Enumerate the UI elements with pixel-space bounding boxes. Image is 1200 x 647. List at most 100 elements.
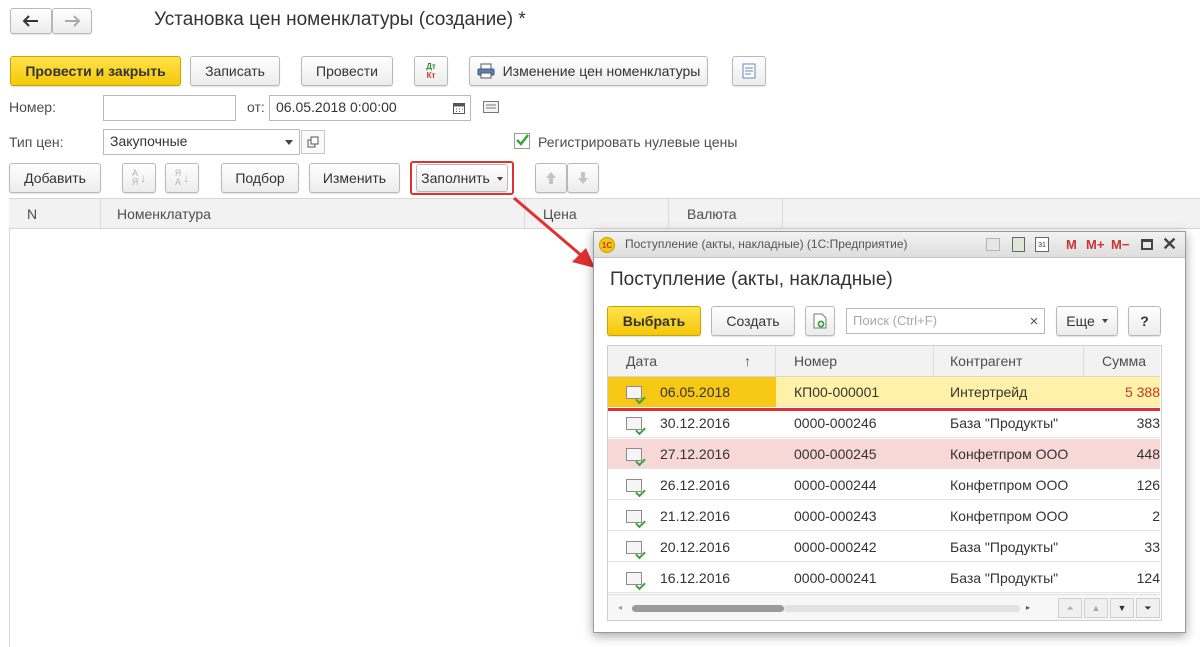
calendar-button[interactable] (447, 96, 470, 120)
close-icon[interactable]: ✕ (1162, 234, 1177, 255)
row-sum: 2 (1152, 508, 1160, 524)
dialog-search-placeholder: Поиск (Ctrl+F) (853, 313, 938, 328)
row-sum: 126 (1136, 477, 1160, 493)
price-type-field[interactable]: Закупочные (103, 129, 300, 155)
memory-m-plus-button[interactable]: M+ (1086, 237, 1104, 252)
row-number: 0000-000242 (794, 539, 877, 555)
table-row[interactable]: 26.12.2016 0000-000244 Конфетпром ООО 12… (608, 470, 1160, 500)
table-row[interactable]: 30.12.2016 0000-000246 База "Продукты" 3… (608, 408, 1160, 438)
more-button[interactable]: Еще (1056, 306, 1118, 336)
sort-desc-button[interactable]: Я А ↓ (165, 163, 199, 193)
table-row[interactable]: 21.12.2016 0000-000243 Конфетпром ООО 2 (608, 501, 1160, 531)
date-label: от: (247, 99, 265, 115)
table-row[interactable]: 16.12.2016 0000-000241 База "Продукты" 1… (608, 563, 1160, 593)
row-number: 0000-000241 (794, 570, 877, 586)
calculator-icon[interactable] (1012, 237, 1025, 252)
date-extra-button[interactable] (481, 98, 501, 116)
save-button[interactable]: Записать (190, 56, 280, 86)
add-button[interactable]: Добавить (9, 163, 101, 193)
number-field[interactable] (103, 95, 236, 121)
post-button[interactable]: Провести (301, 56, 393, 86)
select-button[interactable]: Выбрать (607, 306, 701, 336)
column-header-n[interactable]: N (9, 199, 101, 228)
edit-button[interactable]: Изменить (309, 163, 400, 193)
sort-ascending-icon: АЯ (131, 168, 139, 187)
row-sum: 383 (1136, 415, 1160, 431)
nav-last-button[interactable]: ⏷ (1136, 598, 1160, 618)
number-label: Номер: (9, 99, 56, 115)
open-window-icon (307, 136, 319, 148)
back-button[interactable] (10, 8, 52, 34)
search-clear-button[interactable]: × (1024, 309, 1044, 333)
move-up-button[interactable] (535, 163, 567, 193)
column-header-currency[interactable]: Валюта (669, 199, 783, 228)
print-icon[interactable] (986, 238, 1000, 251)
page-title: Установка цен номенклатуры (создание) * (154, 9, 526, 30)
row-sum: 124 (1136, 570, 1160, 586)
row-counterparty: Конфетпром ООО (950, 508, 1069, 524)
row-date: 06.05.2018 (660, 384, 731, 400)
dialog-search-input[interactable]: Поиск (Ctrl+F) (846, 308, 1045, 334)
arrow-down-icon (578, 172, 588, 184)
posted-document-icon (626, 448, 642, 461)
sort-descending-icon: ЯА (174, 168, 182, 187)
memory-m-minus-button[interactable]: M− (1111, 237, 1129, 252)
column-header-sum[interactable]: Сумма (1084, 346, 1161, 376)
maximize-icon[interactable] (1141, 239, 1153, 250)
posted-document-icon (626, 572, 642, 585)
dialog-grid-header: Дата ↑ Номер Контрагент Сумма (608, 346, 1160, 377)
column-header-nomenclature[interactable]: Номенклатура (101, 199, 525, 228)
arrow-up-icon (546, 172, 556, 184)
nav-prev-button[interactable]: ▲ (1084, 598, 1108, 618)
sort-asc-button[interactable]: А Я ↓ (122, 163, 156, 193)
pick-button[interactable]: Подбор (221, 163, 299, 193)
posted-document-icon (626, 417, 642, 430)
price-type-label: Тип цен: (9, 134, 64, 150)
document-icon (742, 63, 756, 79)
column-header-number[interactable]: Номер (776, 346, 934, 376)
forward-button[interactable] (52, 8, 92, 34)
posted-document-icon (626, 386, 642, 399)
scroll-left-icon[interactable]: ◂ (618, 603, 622, 612)
dialog-grid[interactable]: Дата ↑ Номер Контрагент Сумма 06.05.2018… (607, 345, 1162, 621)
row-date: 26.12.2016 (660, 477, 731, 493)
column-header-counterparty[interactable]: Контрагент (934, 346, 1084, 376)
price-type-open-button[interactable] (301, 130, 325, 154)
dialog-window-title: Поступление (акты, накладные) (1С:Предпр… (625, 237, 908, 251)
table-row[interactable]: 27.12.2016 0000-000245 Конфетпром ООО 44… (608, 439, 1160, 469)
arrow-right-icon (65, 15, 80, 27)
calendar-small-icon[interactable]: 31 (1035, 237, 1049, 252)
change-prices-label: Изменение цен номенклатуры (502, 63, 701, 79)
date-field[interactable]: 06.05.2018 0:00:00 (269, 95, 471, 121)
row-number: 0000-000244 (794, 477, 877, 493)
row-number: 0000-000243 (794, 508, 877, 524)
scrollbar-thumb[interactable] (632, 605, 784, 612)
register-zero-checkbox[interactable] (514, 133, 530, 149)
move-down-button[interactable] (567, 163, 599, 193)
price-type-dropdown-button[interactable] (279, 130, 299, 154)
receipts-dialog: 1C Поступление (акты, накладные) (1С:Пре… (593, 231, 1186, 633)
column-header-date[interactable]: Дата ↑ (608, 346, 776, 376)
checkmark-icon (516, 134, 529, 146)
memory-m-button[interactable]: M (1066, 237, 1077, 252)
row-counterparty: Конфетпром ООО (950, 446, 1069, 462)
row-number: 0000-000245 (794, 446, 877, 462)
dt-kt-button[interactable]: Дт Кт (414, 56, 448, 86)
nav-next-button[interactable]: ▼ (1110, 598, 1134, 618)
horizontal-scrollbar[interactable]: ◂ ▸ ⏶ ▲ ▼ ⏷ (608, 594, 1160, 620)
table-row[interactable]: 20.12.2016 0000-000242 База "Продукты" 3… (608, 532, 1160, 562)
row-sum: 5 388 (1124, 384, 1160, 400)
table-row[interactable]: 06.05.2018 КП00-000001 Интертрейд 5 388 (608, 377, 1160, 407)
change-prices-button[interactable]: Изменение цен номенклатуры (469, 56, 708, 86)
scroll-right-icon[interactable]: ▸ (1026, 603, 1030, 612)
1c-logo-icon: 1C (599, 237, 615, 253)
nav-first-button[interactable]: ⏶ (1058, 598, 1082, 618)
report-button[interactable] (732, 56, 766, 86)
dialog-heading: Поступление (акты, накладные) (610, 269, 893, 290)
row-underline-annotation (608, 408, 1160, 411)
create-based-on-button[interactable] (805, 306, 835, 336)
row-number: 0000-000246 (794, 415, 877, 431)
create-button[interactable]: Создать (711, 306, 795, 336)
help-button[interactable]: ? (1128, 306, 1161, 336)
post-and-close-button[interactable]: Провести и закрыть (10, 56, 181, 86)
